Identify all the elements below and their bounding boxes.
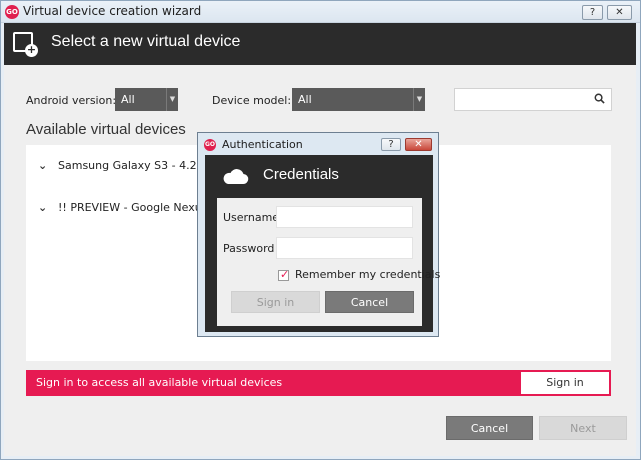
search-icon[interactable]	[594, 93, 605, 104]
password-label: Password	[223, 242, 275, 255]
android-version-value: All	[121, 93, 135, 106]
android-version-label: Android version:	[26, 94, 117, 107]
title-bar: GO Virtual device creation wizard ? ✕	[1, 1, 640, 23]
window-title: Virtual device creation wizard	[23, 4, 202, 18]
help-button[interactable]: ?	[582, 5, 603, 20]
wizard-window: GO Virtual device creation wizard ? ✕ + …	[0, 0, 641, 460]
dialog-help-button[interactable]: ?	[381, 138, 401, 151]
device-model-value: All	[298, 93, 312, 106]
search-input[interactable]	[454, 88, 612, 111]
device-model-label: Device model:	[212, 94, 292, 107]
page-title: Select a new virtual device	[51, 33, 241, 50]
remember-label: Remember my credentials	[295, 268, 441, 281]
signin-banner-text: Sign in to access all available virtual …	[36, 376, 283, 389]
dialog-signin-button[interactable]: Sign in	[231, 291, 320, 313]
next-button[interactable]: Next	[539, 416, 627, 440]
cancel-button[interactable]: Cancel	[446, 416, 533, 440]
signin-button[interactable]: Sign in	[521, 372, 609, 394]
dialog-heading: Credentials	[263, 166, 339, 183]
close-button[interactable]: ✕	[607, 5, 632, 20]
new-device-icon: +	[13, 32, 38, 57]
dialog-cancel-button[interactable]: Cancel	[325, 291, 414, 313]
signin-banner: Sign in to access all available virtual …	[26, 370, 611, 396]
chevron-down-icon: ▼	[166, 88, 178, 111]
section-title: Available virtual devices	[26, 121, 186, 138]
app-logo-icon: GO	[204, 139, 216, 151]
dialog-close-button[interactable]: ✕	[405, 138, 432, 151]
list-item[interactable]: ⌄ !! PREVIEW - Google Nexus 5	[38, 201, 218, 214]
wizard-header: + Select a new virtual device	[4, 23, 636, 65]
chevron-down-icon: ▼	[413, 88, 425, 111]
password-field[interactable]	[276, 237, 413, 259]
username-label: Username	[223, 211, 280, 224]
chevron-down-icon[interactable]: ⌄	[38, 159, 48, 172]
cloud-icon	[223, 169, 249, 185]
dialog-content: Credentials Username Password ✓ Remember…	[205, 155, 440, 332]
device-name: !! PREVIEW - Google Nexus 5	[58, 201, 218, 214]
dialog-title: Authentication	[222, 138, 303, 151]
username-field[interactable]	[276, 206, 413, 228]
chevron-down-icon[interactable]: ⌄	[38, 201, 48, 214]
authentication-dialog: GO Authentication ? ✕ Credentials Userna…	[197, 132, 440, 337]
credentials-form: Username Password ✓ Remember my credenti…	[217, 198, 440, 326]
android-version-select[interactable]: All ▼	[115, 88, 178, 111]
checkmark-icon: ✓	[280, 268, 290, 281]
app-logo-icon: GO	[5, 5, 19, 19]
device-model-select[interactable]: All ▼	[292, 88, 425, 111]
remember-checkbox[interactable]: ✓	[278, 268, 290, 281]
